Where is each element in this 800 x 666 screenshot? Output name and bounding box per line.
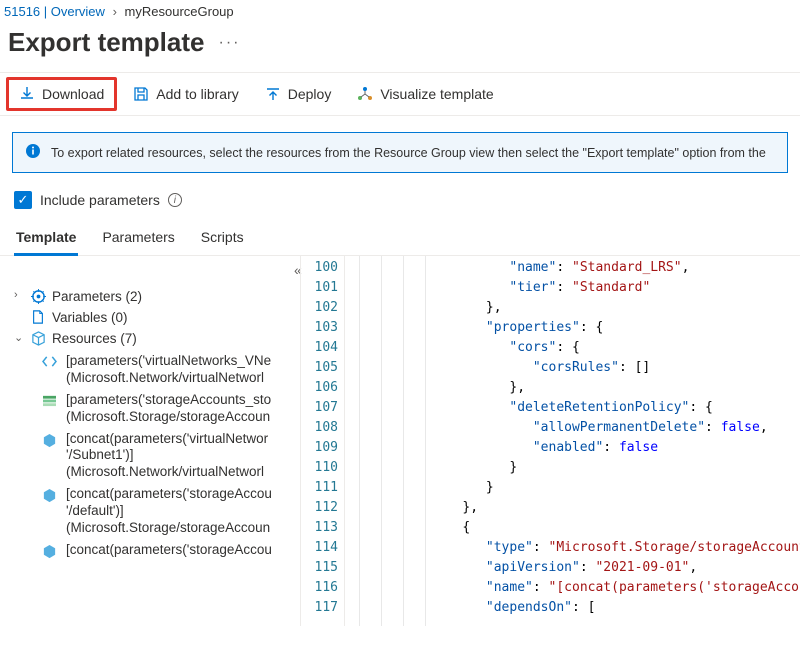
- add-to-library-button[interactable]: Add to library: [123, 80, 248, 108]
- visualize-icon: [357, 86, 373, 102]
- tree-variables-node[interactable]: Variables (0): [14, 307, 300, 328]
- file-icon: [30, 310, 46, 324]
- download-label: Download: [42, 86, 104, 102]
- upload-icon: [265, 86, 281, 102]
- page-title-row: Export template ···: [0, 21, 800, 72]
- resource-tree-item[interactable]: [concat(parameters('virtualNetwor'/Subne…: [36, 427, 300, 483]
- line-numbers: 1001011021031041051061071081091101111121…: [301, 256, 345, 626]
- visualize-template-button[interactable]: Visualize template: [347, 80, 503, 108]
- tab-parameters[interactable]: Parameters: [100, 223, 176, 255]
- resource-tree-item[interactable]: [concat(parameters('storageAccou: [36, 538, 300, 563]
- resource-tree-item[interactable]: [parameters('virtualNetworks_VNe(Microso…: [36, 349, 300, 388]
- info-bar: To export related resources, select the …: [12, 132, 788, 173]
- download-icon: [19, 86, 35, 102]
- tree-resources-node[interactable]: ⌄ Resources (7): [14, 328, 300, 349]
- add-to-library-label: Add to library: [156, 86, 238, 102]
- breadcrumb: 51516 | Overview › myResourceGroup: [0, 0, 800, 21]
- tabs: Template Parameters Scripts: [0, 217, 800, 256]
- tab-scripts[interactable]: Scripts: [199, 223, 246, 255]
- resource-items: [parameters('virtualNetworks_VNe(Microso…: [14, 349, 300, 563]
- code-content: "name": "Standard_LRS", "tier": "Standar…: [345, 256, 800, 626]
- resource-icon: [42, 355, 58, 371]
- command-bar: Download Add to library Deploy Visualize…: [0, 72, 800, 116]
- deploy-button[interactable]: Deploy: [255, 80, 342, 108]
- include-parameters-row: ✓ Include parameters i: [0, 185, 800, 217]
- chevron-right-icon: ›: [14, 289, 24, 301]
- gear-icon: [30, 289, 46, 304]
- include-parameters-checkbox[interactable]: ✓: [14, 191, 32, 209]
- resource-icon: [42, 488, 58, 506]
- page-title: Export template: [8, 27, 205, 58]
- visualize-label: Visualize template: [380, 86, 493, 102]
- help-icon[interactable]: i: [168, 193, 182, 207]
- deploy-label: Deploy: [288, 86, 332, 102]
- include-parameters-label: Include parameters: [40, 192, 160, 208]
- resource-icon: [42, 433, 58, 451]
- info-bar-text: To export related resources, select the …: [51, 146, 766, 160]
- breadcrumb-overview-link[interactable]: 51516 | Overview: [4, 4, 105, 19]
- info-icon: [25, 143, 41, 162]
- tree-parameters-node[interactable]: › Parameters (2): [14, 286, 300, 307]
- resource-icon: [42, 394, 58, 410]
- tree-variables-label: Variables (0): [52, 310, 128, 325]
- cube-icon: [30, 331, 46, 346]
- chevron-down-icon: ⌄: [14, 331, 24, 344]
- main-area: « › Parameters (2) Variables (0) ⌄ Resou…: [0, 256, 800, 626]
- save-icon: [133, 86, 149, 102]
- code-editor[interactable]: 1001011021031041051061071081091101111121…: [300, 256, 800, 626]
- tree-parameters-label: Parameters (2): [52, 289, 142, 304]
- chevron-right-icon: ›: [109, 4, 121, 19]
- more-icon[interactable]: ···: [219, 34, 241, 52]
- resource-tree-item[interactable]: [concat(parameters('storageAccou'/defaul…: [36, 482, 300, 538]
- tree-resources-label: Resources (7): [52, 331, 137, 346]
- tab-template[interactable]: Template: [14, 223, 78, 256]
- resource-icon: [42, 544, 58, 562]
- template-tree: « › Parameters (2) Variables (0) ⌄ Resou…: [0, 256, 300, 626]
- breadcrumb-current[interactable]: myResourceGroup: [125, 4, 234, 19]
- download-button[interactable]: Download: [6, 77, 117, 111]
- resource-tree-item[interactable]: [parameters('storageAccounts_sto(Microso…: [36, 388, 300, 427]
